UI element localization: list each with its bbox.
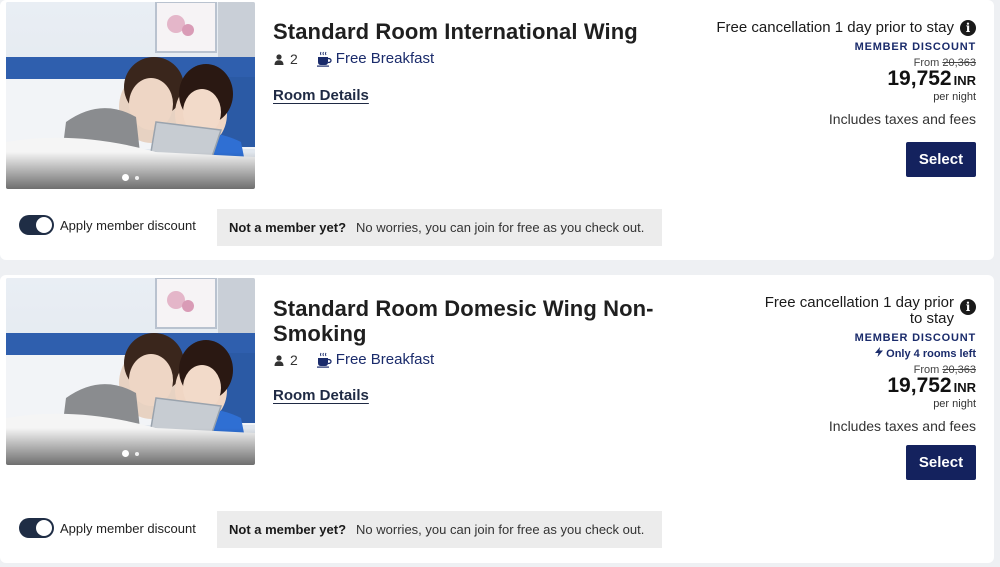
price-amount: 19,752 <box>887 374 952 397</box>
member-discount-badge: MEMBER DISCOUNT <box>854 332 976 344</box>
room-card: Standard Room Domesic Wing Non-Smoking 2… <box>0 275 994 563</box>
join-member-promo: Not a member yet? No worries, you can jo… <box>217 511 662 548</box>
select-button[interactable]: Select <box>906 445 976 480</box>
promo-heading: Not a member yet? <box>229 220 347 235</box>
person-icon <box>273 354 285 366</box>
toggle-knob <box>36 217 52 233</box>
room-details-link[interactable]: Room Details <box>273 387 369 404</box>
current-price: 19,752 INR <box>716 374 976 398</box>
rooms-left-text: Only 4 rooms left <box>886 348 976 360</box>
coffee-cup-icon <box>316 352 332 368</box>
carousel-dots[interactable] <box>6 174 255 181</box>
cancellation-text: Free cancellation 1 day prior to stay <box>764 294 954 327</box>
room-photo[interactable] <box>6 278 255 465</box>
room-title: Standard Room International Wing <box>273 19 638 44</box>
cancellation-policy: Free cancellation 1 day prior to stay i <box>716 295 976 327</box>
room-details-link[interactable]: Room Details <box>273 87 369 104</box>
carousel-dot[interactable] <box>135 451 139 456</box>
promo-text: No worries, you can join for free as you… <box>356 220 645 235</box>
select-button[interactable]: Select <box>906 142 976 177</box>
toggle-label: Apply member discount <box>60 217 196 233</box>
coffee-cup-icon <box>316 51 332 67</box>
currency: INR <box>953 73 976 88</box>
room-title: Standard Room Domesic Wing Non-Smoking <box>273 296 654 346</box>
price-amount: 19,752 <box>887 67 952 90</box>
member-discount-badge: MEMBER DISCOUNT <box>854 41 976 53</box>
carousel-dot-active[interactable] <box>122 450 129 457</box>
info-icon[interactable]: i <box>960 20 976 36</box>
member-discount-toggle[interactable] <box>19 518 54 538</box>
current-price: 19,752 INR <box>716 67 976 91</box>
taxes-note: Includes taxes and fees <box>828 111 976 127</box>
breakfast-label: Free Breakfast <box>335 50 435 67</box>
person-icon <box>273 53 285 65</box>
guest-count: 2 <box>290 351 298 368</box>
carousel-dots[interactable] <box>6 450 255 457</box>
room-amenities: 2 Free Breakfast <box>273 351 434 368</box>
cancellation-policy: Free cancellation 1 day prior to stay i <box>716 20 976 36</box>
room-photo-image <box>6 2 255 189</box>
lightning-icon <box>875 347 884 360</box>
price-block: Free cancellation 1 day prior to stay i … <box>716 20 976 127</box>
breakfast-label: Free Breakfast <box>335 351 435 368</box>
promo-text: No worries, you can join for free as you… <box>356 522 645 537</box>
rooms-left-notice: Only 4 rooms left <box>716 347 976 360</box>
toggle-knob <box>36 520 52 536</box>
cancellation-text: Free cancellation 1 day prior to stay <box>716 19 954 36</box>
room-card: Standard Room International Wing 2 Free … <box>0 0 994 260</box>
room-amenities: 2 Free Breakfast <box>273 50 434 67</box>
member-discount-toggle-row: Apply member discount <box>19 518 196 538</box>
promo-heading: Not a member yet? <box>229 522 347 537</box>
member-discount-toggle-row: Apply member discount <box>19 215 196 235</box>
room-photo-image <box>6 278 255 465</box>
info-icon[interactable]: i <box>960 299 976 315</box>
currency: INR <box>953 380 976 395</box>
join-member-promo: Not a member yet? No worries, you can jo… <box>217 209 662 246</box>
carousel-dot[interactable] <box>135 175 139 180</box>
per-night-label: per night <box>933 91 976 103</box>
taxes-note: Includes taxes and fees <box>828 418 976 434</box>
price-block: Free cancellation 1 day prior to stay i … <box>716 295 976 434</box>
guest-count: 2 <box>290 50 298 67</box>
carousel-dot-active[interactable] <box>122 174 129 181</box>
member-discount-toggle[interactable] <box>19 215 54 235</box>
room-photo[interactable] <box>6 2 255 189</box>
toggle-label: Apply member discount <box>60 520 196 536</box>
per-night-label: per night <box>933 398 976 410</box>
